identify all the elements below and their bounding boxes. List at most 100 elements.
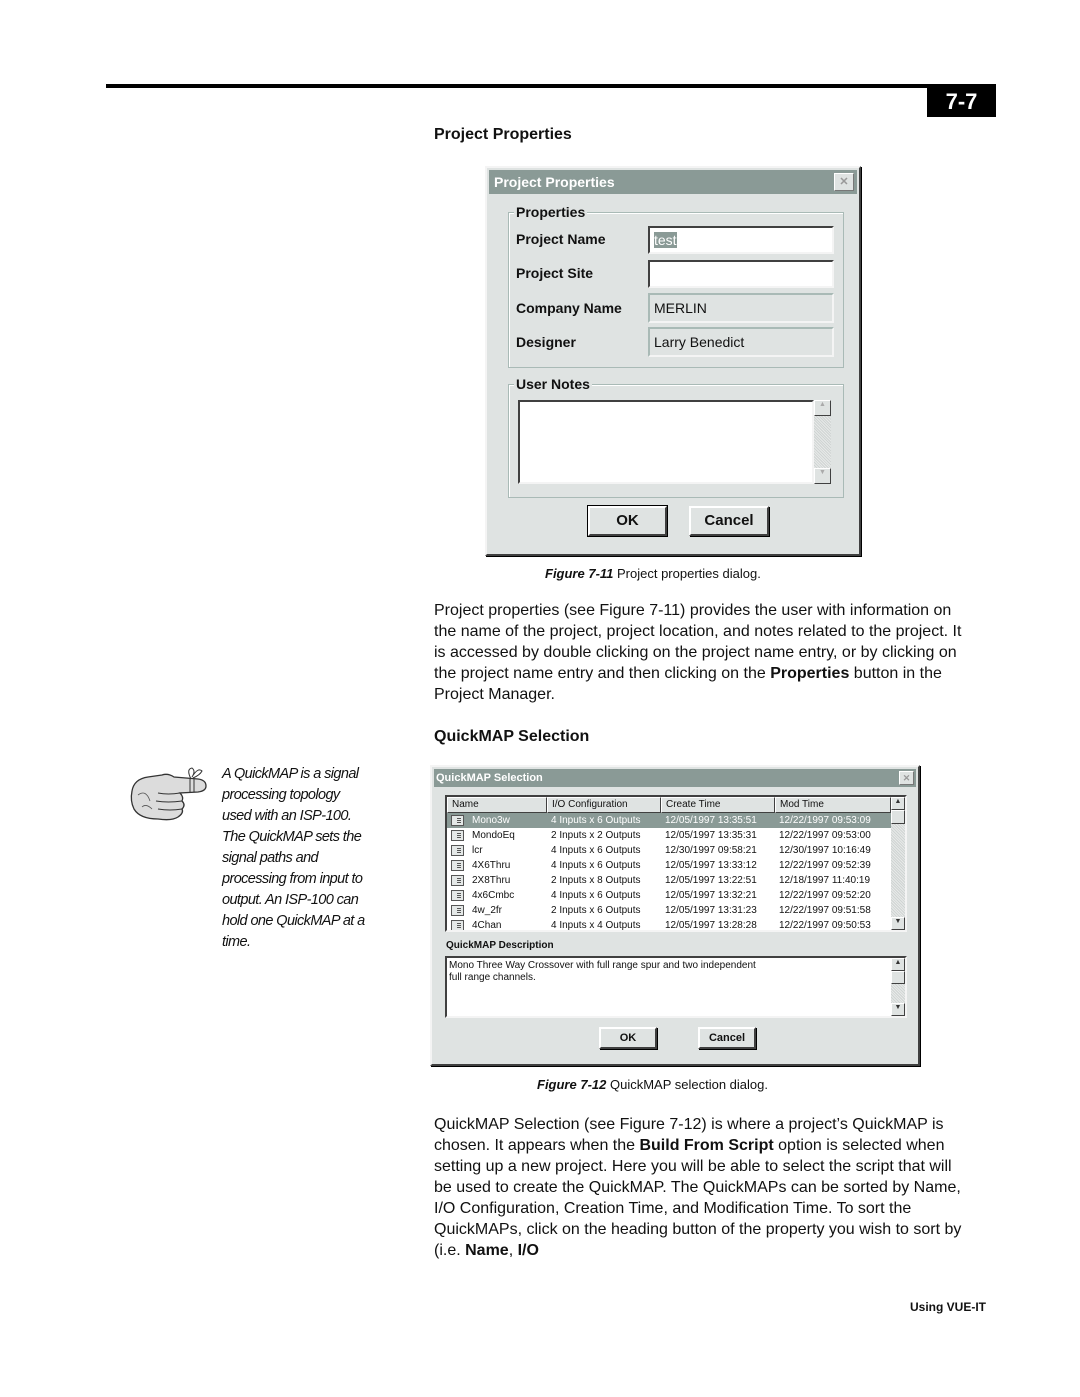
project-name-input[interactable]: test	[648, 226, 834, 254]
project-name-value: test	[654, 232, 677, 248]
cell-name: Mono3w	[447, 813, 547, 828]
quickmap-selection-dialog: QuickMAP Selection ✕ Name I/O Configurat…	[430, 765, 920, 1066]
column-header-create-time[interactable]: Create Time	[661, 797, 775, 813]
cell-name: 4w_2fr	[447, 903, 547, 918]
list-scrollbar[interactable]: ▲ ▼	[891, 797, 905, 930]
page-footer: Using VUE-IT	[910, 1300, 987, 1314]
cell-modified: 12/18/1997 11:40:19	[779, 875, 871, 886]
quickmap-selection-paragraph: QuickMAP Selection (see Figure 7-12) is …	[434, 1114, 964, 1261]
close-icon[interactable]: ✕	[834, 173, 854, 191]
figure-caption-7-11: Figure 7-11 Project properties dialog.	[545, 566, 761, 581]
cell-name: MondoEq	[447, 828, 547, 843]
cell-name: 4Chan	[447, 918, 547, 931]
cancel-button[interactable]: Cancel	[689, 506, 769, 536]
column-header-mod-time[interactable]: Mod Time	[775, 797, 891, 813]
project-site-input[interactable]	[648, 260, 834, 288]
cell-io: 2 Inputs x 2 Outputs	[551, 830, 641, 841]
scroll-thumb[interactable]	[891, 971, 905, 984]
para-bold-properties: Properties	[770, 665, 850, 682]
list-item[interactable]: 2X8Thru 2 Inputs x 8 Outputs 12/05/1997 13…	[447, 873, 891, 888]
ok-button[interactable]: OK	[587, 505, 668, 537]
cell-io: 2 Inputs x 8 Outputs	[551, 875, 641, 886]
cell-name-text: 4X6Thru	[472, 860, 511, 871]
cell-modified: 12/22/1997 09:51:58	[779, 905, 871, 916]
description-textarea[interactable]: Mono Three Way Crossover with full range…	[445, 956, 907, 1018]
scroll-down-icon[interactable]: ▼	[891, 917, 905, 930]
quickmap-file-icon	[451, 814, 464, 826]
scroll-down-icon[interactable]: ▼	[814, 468, 831, 484]
cell-name-text: lcr	[472, 845, 483, 856]
list-header: Name I/O Configuration Create Time Mod T…	[447, 797, 891, 813]
para-text: ,	[508, 1242, 518, 1259]
description-scrollbar[interactable]: ▲ ▼	[891, 958, 905, 1016]
cell-name-text: 4w_2fr	[472, 905, 503, 916]
sidenote-text: A QuickMAP is a signal processing topolo…	[222, 766, 365, 950]
project-name-label: Project Name	[516, 231, 606, 247]
scroll-up-icon[interactable]: ▲	[891, 958, 905, 971]
cell-created: 12/05/1997 13:35:31	[665, 830, 757, 841]
cell-name-text: 4x6Cmbc	[472, 890, 515, 901]
close-icon[interactable]: ✕	[899, 771, 914, 785]
section-heading-project-properties: Project Properties	[434, 126, 572, 143]
scroll-up-icon[interactable]: ▲	[891, 797, 905, 810]
cell-modified: 12/22/1997 09:50:53	[779, 920, 871, 931]
list-item[interactable]: MondoEq 2 Inputs x 2 Outputs 12/05/1997 13…	[447, 828, 891, 843]
page-number: 7-7	[927, 86, 996, 117]
dialog-title: QuickMAP Selection	[436, 772, 543, 784]
cell-modified: 12/22/1997 09:52:39	[779, 860, 871, 871]
scroll-thumb[interactable]	[891, 810, 905, 824]
column-header-name[interactable]: Name	[447, 797, 547, 813]
user-notes-scrollbar[interactable]: ▲ ▼	[814, 400, 831, 484]
cell-name-text: 2X8Thru	[472, 875, 511, 886]
cell-name-text: MondoEq	[472, 830, 515, 841]
cell-name: 4x6Cmbc	[447, 888, 547, 903]
para-bold-name: Name	[465, 1242, 509, 1259]
figure-number: Figure 7-11	[545, 566, 614, 581]
company-name-label: Company Name	[516, 300, 622, 316]
figure-caption-text: QuickMAP selection dialog.	[606, 1077, 768, 1092]
list-item[interactable]: Mono3w 4 Inputs x 6 Outputs 12/05/1997 13:…	[447, 813, 891, 828]
cell-modified: 12/22/1997 09:53:00	[779, 830, 871, 841]
para-bold-build-from-script: Build From Script	[639, 1137, 774, 1154]
list-item[interactable]: lcr 4 Inputs x 6 Outputs 12/30/1997 09:58:…	[447, 843, 891, 858]
cell-modified: 12/22/1997 09:53:09	[779, 815, 871, 826]
scroll-down-icon[interactable]: ▼	[891, 1003, 905, 1016]
cell-name: 4X6Thru	[447, 858, 547, 873]
designer-label: Designer	[516, 334, 576, 350]
description-text: Mono Three Way Crossover with full range…	[449, 960, 756, 983]
cell-created: 12/05/1997 13:31:23	[665, 905, 757, 916]
project-properties-dialog: Project Properties ✕ Properties Project …	[485, 166, 861, 556]
quickmap-file-icon	[451, 844, 464, 856]
company-name-field: MERLIN	[648, 293, 834, 323]
section-heading-quickmap-selection: QuickMAP Selection	[434, 728, 590, 745]
cell-io: 2 Inputs x 6 Outputs	[551, 905, 641, 916]
cell-created: 12/05/1997 13:33:12	[665, 860, 757, 871]
column-header-io-configuration[interactable]: I/O Configuration	[547, 797, 661, 813]
figure-number: Figure 7-12	[537, 1077, 607, 1092]
cancel-button[interactable]: Cancel	[698, 1027, 756, 1049]
project-site-label: Project Site	[516, 265, 594, 281]
cell-modified: 12/22/1997 09:52:20	[779, 890, 871, 901]
user-notes-textarea[interactable]	[518, 400, 814, 484]
list-rows: Mono3w 4 Inputs x 6 Outputs 12/05/1997 13:…	[447, 813, 891, 931]
cell-created: 12/05/1997 13:32:21	[665, 890, 757, 901]
para-bold-io: I/O	[517, 1242, 539, 1259]
cell-io: 4 Inputs x 6 Outputs	[551, 845, 641, 856]
quickmap-file-icon	[451, 874, 464, 886]
scroll-up-icon[interactable]: ▲	[814, 400, 831, 416]
ok-button[interactable]: OK	[599, 1027, 657, 1049]
dialog-titlebar: QuickMAP Selection ✕	[434, 769, 916, 787]
cell-name: lcr	[447, 843, 547, 858]
cell-io: 4 Inputs x 6 Outputs	[551, 890, 641, 901]
list-item[interactable]: 4Chan 4 Inputs x 4 Outputs 12/05/1997 13:2…	[447, 918, 891, 931]
para-text: option is selected when setting up a new…	[434, 1137, 962, 1259]
cell-name-text: 4Chan	[472, 920, 502, 931]
cell-io: 4 Inputs x 6 Outputs	[551, 860, 641, 871]
cell-io: 4 Inputs x 4 Outputs	[551, 920, 641, 931]
cell-created: 12/05/1997 13:22:51	[665, 875, 757, 886]
list-item[interactable]: 4X6Thru 4 Inputs x 6 Outputs 12/05/1997 13…	[447, 858, 891, 873]
list-item[interactable]: 4w_2fr 2 Inputs x 6 Outputs 12/05/1997 13:…	[447, 903, 891, 918]
list-item[interactable]: 4x6Cmbc 4 Inputs x 6 Outputs 12/05/1997 13…	[447, 888, 891, 903]
cell-created: 12/30/1997 09:58:21	[665, 845, 757, 856]
quickmap-list[interactable]: Name I/O Configuration Create Time Mod T…	[445, 795, 907, 932]
